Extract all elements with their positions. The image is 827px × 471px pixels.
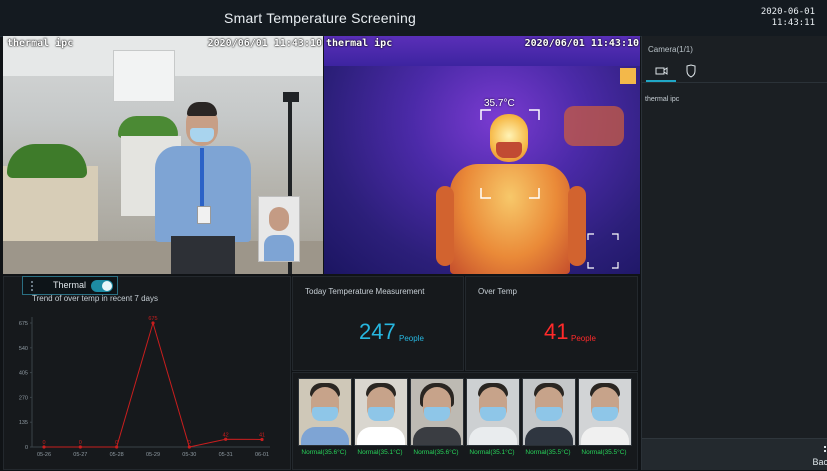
x-tick-label: 05-26 [37,452,51,458]
x-tick-label: 05-31 [219,452,233,458]
thermal-hotspot-right [620,68,636,84]
osd-camera-name: thermal ipc [326,38,393,49]
data-label: 0 [79,440,82,446]
clock: 2020-06-01 11:43:11 [761,7,815,29]
osd-datetime: 2020/06/01 11:43:10 [207,38,322,49]
temperature-reading: 35.7°C [484,98,515,109]
today-measurement-unit: People [399,334,424,343]
face-capture-list: Normal(35.6°C) Normal(35.1°C) Normal(35.… [292,373,637,466]
data-label: 42 [223,432,229,438]
face-capture-1[interactable] [298,378,352,446]
y-tick-label: 675 [19,321,28,327]
today-measurement-value: 247 [359,319,396,344]
face-capture-5[interactable] [522,378,576,446]
camera-list-item[interactable]: thermal ipc [645,96,679,103]
shield-icon [686,64,696,78]
x-tick-label: 05-27 [73,452,87,458]
face-caption-3: Normal(35.6°C) [413,449,459,456]
y-tick-label: 540 [19,346,28,352]
person-trousers [171,236,235,274]
sidebar-footer: Bac [642,438,827,470]
office-plant-left [7,144,87,178]
y-tick-label: 270 [19,395,28,401]
trend-chart: 0 135 270 405 540 675 05-26 05-27 05-28 05-29 05-3… [19,316,270,458]
camera-count-header: Camera(1/1) [648,45,693,54]
series-line [44,321,263,448]
trend-panel: 0 135 270 405 540 675 05-26 05-27 05-28 05-29 05-3… [3,276,291,470]
thermal-switch[interactable] [91,280,113,292]
top-bar: Smart Temperature Screening 2020-06-01 1… [0,0,827,37]
y-tick-label: 0 [25,445,28,451]
today-measurement-label: Today Temperature Measurement [305,287,425,296]
video-thermal[interactable]: 35.7°C thermal ipc 2020/06/01 11:43:10 [324,36,640,274]
tab-camera[interactable] [646,62,676,82]
back-button[interactable]: Bac [812,457,827,467]
face-detection-box [480,109,540,199]
face-caption-6: Normal(35.5°C) [581,449,627,456]
person-mask [190,128,214,142]
video-visible-light[interactable]: thermal ipc 2020/06/01 11:43:10 [3,36,323,274]
over-temp-value: 41 [544,319,569,344]
page-title: Smart Temperature Screening [224,10,416,26]
office-window [113,50,175,102]
drag-handle-icon[interactable] [31,281,38,291]
today-measurement-panel: Today Temperature Measurement 247 People [292,276,464,371]
data-label: 675 [148,316,157,322]
x-tick-label: 05-28 [110,452,124,458]
detection-region-marker [587,233,619,269]
clock-date: 2020-06-01 [760,7,815,17]
data-label: 0 [188,440,191,446]
data-label: 0 [42,440,45,446]
camera-sidebar: Camera(1/1) thermal ipc Bac [641,36,827,470]
over-temp-unit: People [571,334,596,343]
x-tick-label: 05-29 [146,452,160,458]
camera-icon [655,67,668,75]
office-plant-mid [118,116,178,138]
tab-shield[interactable] [676,62,706,82]
over-temp-panel: Over Temp 41 People [465,276,638,371]
thermal-person-arm-right [568,186,586,266]
osd-datetime: 2020/06/01 11:43:10 [524,38,639,49]
trend-title: Trend of over temp in recent 7 days [32,294,158,303]
over-temp-label: Over Temp [478,287,517,296]
face-caption-1: Normal(35.6°C) [301,449,347,456]
face-capture-2[interactable] [354,378,408,446]
y-tick-label: 405 [19,371,28,377]
y-tick-label: 135 [19,420,28,426]
clock-time: 11:43:11 [771,18,815,28]
face-capture-4[interactable] [466,378,520,446]
thermal-background-people [564,106,624,146]
sidebar-divider [642,82,827,83]
person-badge [197,206,211,224]
thermal-toggle[interactable]: Thermal [22,276,118,295]
thermal-toggle-label: Thermal [53,280,87,290]
face-caption-5: Normal(35.5°C) [525,449,571,456]
more-icon[interactable] [824,446,826,452]
face-caption-2: Normal(35.1°C) [357,449,403,456]
x-tick-label: 05-30 [182,452,196,458]
person-hair [187,102,217,116]
face-caption-4: Normal(35.1°C) [469,449,515,456]
face-capture-3[interactable] [410,378,464,446]
osd-camera-name: thermal ipc [7,38,74,49]
thermal-person-arm-left [436,186,454,266]
x-tick-label: 06-01 [255,452,269,458]
tripod-head [283,92,299,102]
data-label: 41 [259,432,265,438]
face-snapshot [258,196,300,262]
face-capture-6[interactable] [578,378,632,446]
data-label: 0 [115,440,118,446]
person-lanyard [200,148,204,208]
